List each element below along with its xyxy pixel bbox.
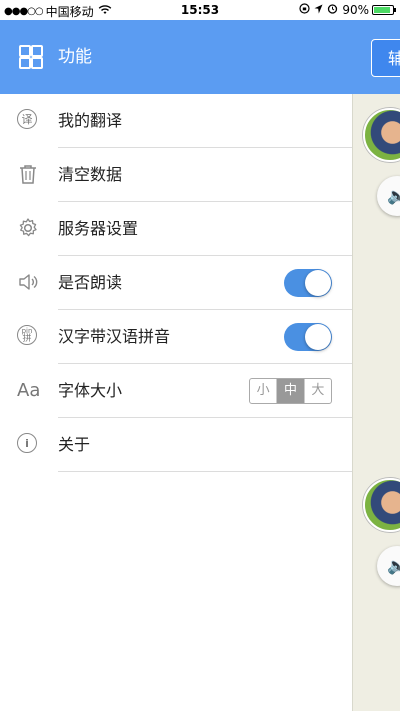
battery-icon [372,5,396,15]
grid-icon[interactable] [19,45,43,69]
menu-item-label: 清空数据 [58,165,123,184]
menu-item-about[interactable]: i 关于 [0,418,352,472]
menu-item-read-aloud: 是否朗读 [0,256,352,310]
font-size-icon: Aa [17,380,41,401]
play-audio-icon[interactable]: 🔈 [377,176,400,216]
menu-item-label: 是否朗读 [58,273,123,292]
menu-item-my-translations[interactable]: 译 我的翻译 [0,94,352,148]
toggle-knob [305,270,331,296]
menu-item-label: 字体大小 [58,381,123,400]
trash-icon [17,163,41,187]
battery-level [374,7,391,13]
conversation-pane: 🔈 🔈 [352,94,400,711]
menu-item-font-size: Aa 字体大小 小 中 大 [0,364,352,418]
font-size-selector: 小 中 大 [249,378,332,404]
avatar [363,108,400,162]
status-bar: ●●●○○ 中国移动 15:53 90% [0,0,400,20]
read-aloud-toggle[interactable] [284,269,332,297]
info-icon-glyph: i [17,433,37,453]
translate-icon-glyph: 译 [17,109,37,129]
font-size-option-large[interactable]: 大 [305,379,331,403]
menu-item-label: 服务器设置 [58,219,139,238]
page-title: 功能 [58,47,92,67]
menu-item-pinyin: pin 拼 汉字带汉语拼音 [0,310,352,364]
menu-item-label: 汉字带汉语拼音 [58,327,171,346]
location-icon [314,4,323,17]
gear-icon [17,217,41,241]
font-size-option-medium[interactable]: 中 [277,379,305,403]
menu-item-label: 我的翻译 [58,111,123,130]
pinyin-toggle[interactable] [284,323,332,351]
menu-item-label: 关于 [58,435,91,454]
alarm-icon [327,3,338,17]
pinyin-icon-glyph: pin 拼 [17,325,37,345]
menu-item-clear-data[interactable]: 清空数据 [0,148,352,202]
font-size-option-small[interactable]: 小 [250,379,278,403]
menu-item-server-settings[interactable]: 服务器设置 [0,202,352,256]
avatar [363,478,400,532]
play-audio-icon[interactable]: 🔈 [377,546,400,586]
header-action-button[interactable]: 辅 [371,39,400,77]
rotation-lock-icon [299,3,310,17]
header-bar: 功能 辅 [0,20,400,94]
info-icon: i [17,433,41,457]
speaker-icon [17,271,41,295]
toggle-knob [305,324,331,350]
battery-percentage: 90% [342,3,369,17]
pinyin-icon: pin 拼 [17,325,41,349]
translate-icon: 译 [17,109,41,133]
divider [58,471,352,472]
function-menu: 译 我的翻译 清空数据 服务器设置 是否朗读 pin 拼 汉字带汉语拼音 Aa … [0,94,352,472]
